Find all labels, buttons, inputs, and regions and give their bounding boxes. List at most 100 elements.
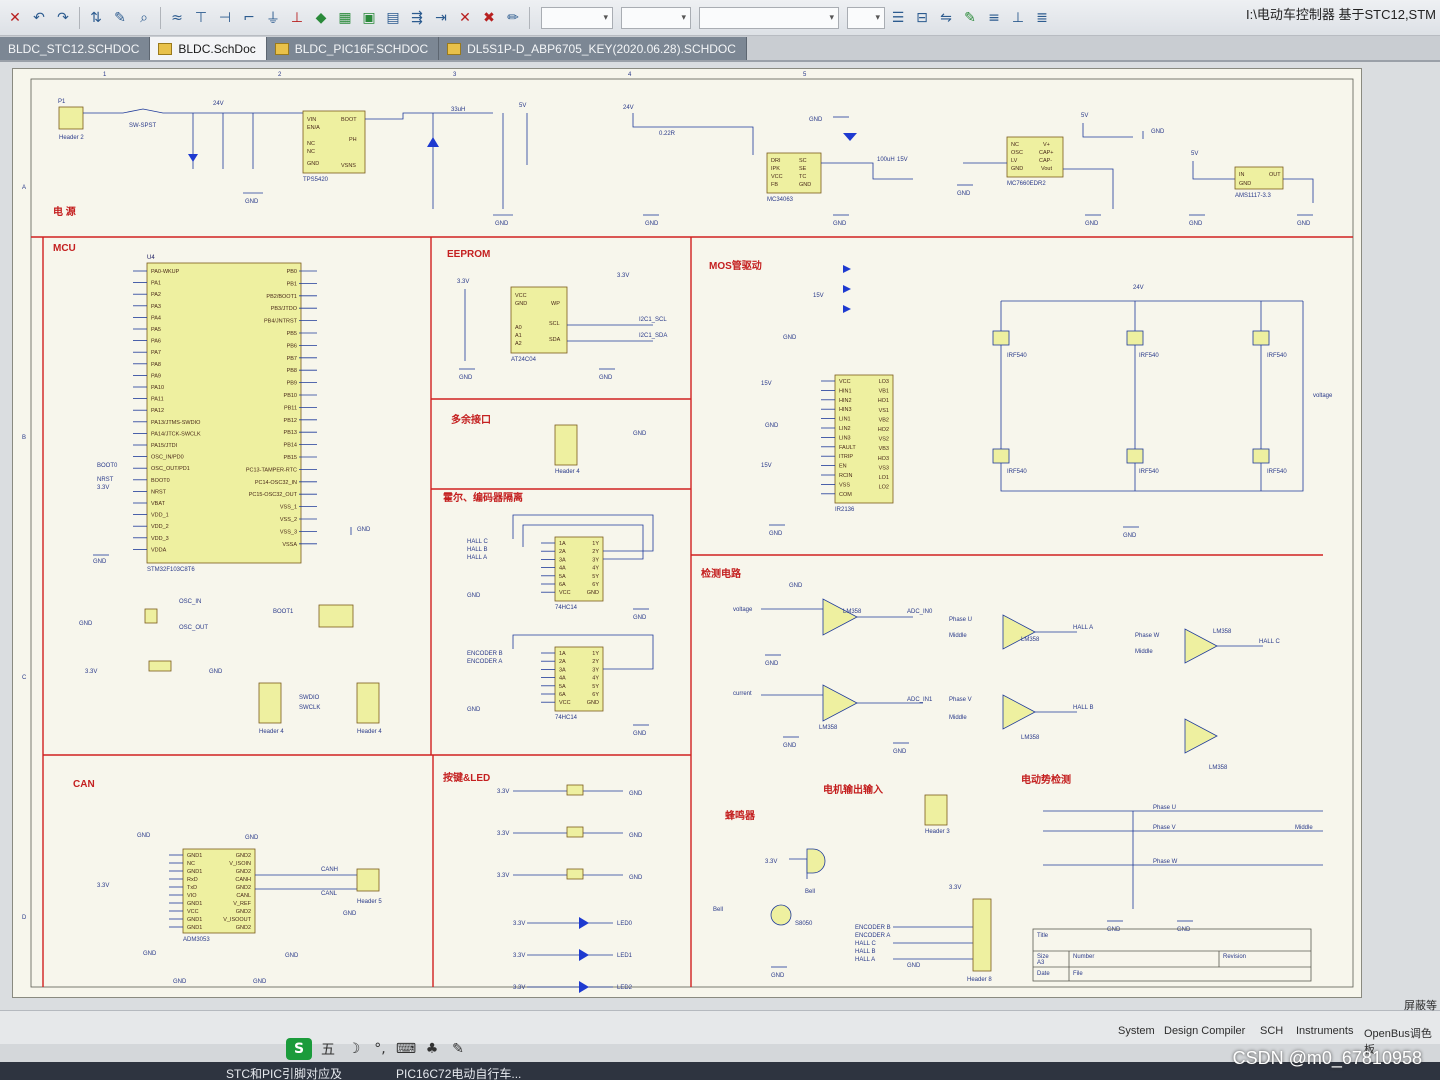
chip-label: ADM3053 bbox=[183, 937, 210, 943]
net-label: Phase V bbox=[1153, 825, 1176, 831]
opamp-u5a[interactable] bbox=[822, 598, 858, 636]
filter-combo-3[interactable]: ▾ bbox=[699, 6, 839, 29]
line-icon[interactable]: ✏ bbox=[502, 7, 524, 29]
net-label: 3.3V bbox=[617, 273, 629, 279]
net-label: Phase U bbox=[1153, 805, 1176, 811]
net-label: GND bbox=[765, 661, 779, 667]
tab-bldc-pic16f[interactable]: BLDC_PIC16F.SCHDOC bbox=[266, 37, 440, 60]
sheet-symbol-icon[interactable]: ▦ bbox=[334, 7, 356, 29]
reset-button[interactable] bbox=[148, 660, 172, 672]
tab-bldc[interactable]: BLDC.SchDoc bbox=[150, 37, 267, 60]
mos-drive-section: 15V VCC HIN1 HIN2 HIN3 LIN1 LIN2 LIN3 FAULT ITRI… bbox=[761, 265, 1333, 539]
moon-icon[interactable]: ☽ bbox=[344, 1039, 364, 1059]
undo-icon[interactable]: ↶ bbox=[28, 7, 50, 29]
transistor-q7[interactable] bbox=[770, 904, 792, 926]
pin-label: V_ISOIN bbox=[229, 861, 251, 867]
snap-icon[interactable]: ≣ bbox=[1031, 7, 1053, 29]
distribute-icon[interactable]: ⊟ bbox=[911, 7, 933, 29]
settings-icon[interactable]: ✎ bbox=[448, 1039, 468, 1059]
net-label: ENCODER B bbox=[855, 925, 891, 931]
connector-p1[interactable] bbox=[58, 106, 84, 130]
order-icon[interactable]: ⇋ bbox=[935, 7, 957, 29]
pin-label: VS3 bbox=[879, 465, 889, 471]
grid-icon[interactable]: ⊥ bbox=[1007, 7, 1029, 29]
connector-header4[interactable] bbox=[554, 424, 578, 466]
punctuation-icon[interactable]: °, bbox=[370, 1039, 390, 1059]
connector-p5[interactable] bbox=[356, 868, 380, 892]
tab-dl5s1p[interactable]: DL5S1P-D_ABP6705_KEY(2020.06.28).SCHDOC bbox=[439, 37, 747, 60]
filter-combo-4[interactable]: ▾ bbox=[847, 6, 885, 29]
panel-instruments[interactable]: Instruments bbox=[1296, 1025, 1353, 1037]
device-sheet-icon[interactable]: ▤ bbox=[382, 7, 404, 29]
filter-combo-1[interactable]: ▾ bbox=[541, 6, 613, 29]
mask-level[interactable]: 屏蔽等 bbox=[1404, 997, 1437, 1013]
arrange-icon[interactable]: ≡ bbox=[983, 7, 1005, 29]
mosfet-q4[interactable] bbox=[992, 448, 1010, 464]
net-label-icon[interactable]: ⌐ bbox=[238, 7, 260, 29]
push-button-s1[interactable] bbox=[566, 784, 584, 796]
task-item[interactable]: PIC16C72电动自行车... bbox=[396, 1065, 521, 1080]
connector-header8[interactable] bbox=[972, 898, 992, 972]
align-icon[interactable]: ☰ bbox=[887, 7, 909, 29]
skin-icon[interactable]: ♣ bbox=[422, 1039, 442, 1059]
opamp-u11b[interactable] bbox=[1002, 694, 1036, 730]
mosfet-q1[interactable] bbox=[992, 330, 1010, 346]
keyboard-icon[interactable]: ⌨ bbox=[396, 1039, 416, 1059]
cross-probe-icon[interactable]: ⇅ bbox=[85, 7, 107, 29]
part-icon[interactable]: ◆ bbox=[310, 7, 332, 29]
panel-design-compiler[interactable]: Design Compiler bbox=[1164, 1025, 1245, 1037]
redo-icon[interactable]: ↷ bbox=[52, 7, 74, 29]
net-label: Header 5 bbox=[357, 899, 382, 905]
parameter-set-icon[interactable]: ✖ bbox=[478, 7, 500, 29]
net-label: GND bbox=[495, 221, 509, 227]
net-label: GND bbox=[645, 221, 659, 227]
port-icon[interactable]: ⇶ bbox=[406, 7, 428, 29]
schematic-drawing[interactable]: .lbl { font-size: 6px; fill: #2a3a8a; } … bbox=[13, 69, 1363, 999]
net-label: GND bbox=[633, 431, 647, 437]
panel-system[interactable]: System bbox=[1118, 1025, 1155, 1037]
boot-dip-switch[interactable] bbox=[318, 604, 354, 628]
push-button-s2[interactable] bbox=[566, 826, 584, 838]
filter-combo-2[interactable]: ▾ bbox=[621, 6, 691, 29]
pin-label: CANL bbox=[236, 893, 251, 899]
bus-icon[interactable]: ⊤ bbox=[190, 7, 212, 29]
sheet-entry-icon[interactable]: ▣ bbox=[358, 7, 380, 29]
connector-p4[interactable] bbox=[356, 682, 380, 724]
net-label: HALL A bbox=[467, 555, 487, 561]
pencil-icon[interactable]: ✎ bbox=[109, 7, 131, 29]
crystal-y1[interactable] bbox=[144, 608, 158, 624]
tab-bldc-stc12[interactable]: BLDC_STC12.SCHDOC bbox=[0, 37, 151, 60]
pin-label: PB4/JNTRST bbox=[264, 319, 298, 325]
vcc-port-icon[interactable]: ⊥ bbox=[286, 7, 308, 29]
opamp-u9b[interactable] bbox=[822, 684, 858, 722]
push-button-s3[interactable] bbox=[566, 868, 584, 880]
opamp-u12b[interactable] bbox=[1184, 718, 1218, 754]
schematic-sheet[interactable]: .lbl { font-size: 6px; fill: #2a3a8a; } … bbox=[12, 68, 1362, 998]
zoom-icon[interactable]: ⌕ bbox=[133, 7, 155, 29]
connector-p3-swd[interactable] bbox=[258, 682, 282, 724]
wire-icon[interactable]: ≈ bbox=[166, 7, 188, 29]
harness-icon[interactable]: ⇥ bbox=[430, 7, 452, 29]
bus-entry-icon[interactable]: ⊣ bbox=[214, 7, 236, 29]
pin-label: 2A bbox=[559, 549, 566, 555]
mosfet-q2[interactable] bbox=[1126, 330, 1144, 346]
ime-logo[interactable]: S bbox=[286, 1038, 312, 1060]
opamp-u11a[interactable] bbox=[1002, 614, 1036, 650]
mosfet-q6[interactable] bbox=[1252, 448, 1270, 464]
mosfet-q5[interactable] bbox=[1126, 448, 1144, 464]
pin-label: VSS_2 bbox=[280, 517, 297, 523]
task-item[interactable]: STC和PIC引脚对应及 bbox=[226, 1065, 342, 1080]
ime-mode-icon[interactable]: 五 bbox=[318, 1039, 338, 1059]
panel-sch[interactable]: SCH bbox=[1260, 1025, 1283, 1037]
svg-text:GND: GND bbox=[515, 301, 527, 307]
mosfet-q3[interactable] bbox=[1252, 330, 1270, 346]
net-label: 33uH bbox=[451, 107, 465, 113]
connector-p7[interactable] bbox=[924, 794, 948, 826]
gnd-port-icon[interactable]: ⏚ bbox=[262, 7, 284, 29]
close-doc-icon[interactable]: ✕ bbox=[4, 7, 26, 29]
schematic-canvas[interactable]: .lbl { font-size: 6px; fill: #2a3a8a; } … bbox=[0, 62, 1440, 1010]
highlighter-icon[interactable]: ✎ bbox=[959, 7, 981, 29]
pin-label: 3Y bbox=[592, 667, 599, 673]
no-erc-icon[interactable]: ✕ bbox=[454, 7, 476, 29]
net-label: IRF540 bbox=[1007, 353, 1027, 359]
